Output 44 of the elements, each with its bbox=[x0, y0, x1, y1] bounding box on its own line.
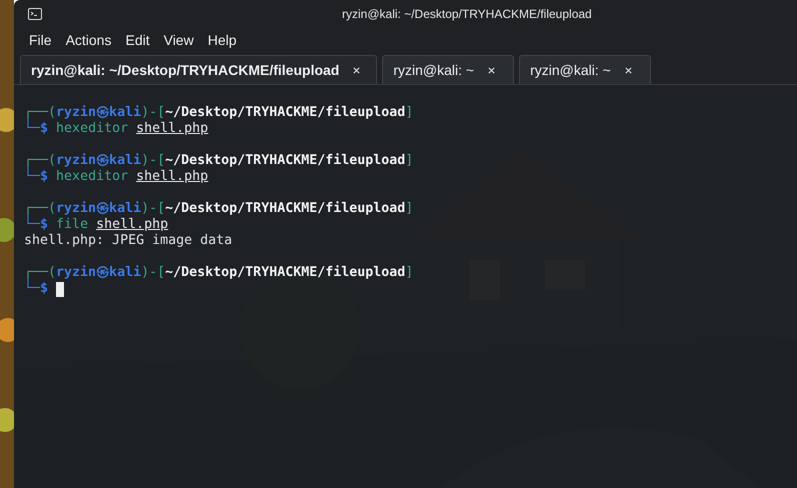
prompt-symbol: └─$ bbox=[24, 281, 48, 297]
command-text: file bbox=[56, 217, 88, 233]
tab[interactable]: ryzin@kali: ~ bbox=[519, 55, 651, 84]
command-argument: shell.php bbox=[96, 217, 168, 233]
prompt-frame: ┌──( bbox=[24, 201, 56, 217]
menu-item[interactable]: Actions bbox=[62, 32, 120, 48]
close-icon[interactable] bbox=[624, 66, 632, 74]
menu-item[interactable]: Help bbox=[204, 32, 244, 48]
terminal-icon bbox=[28, 8, 42, 20]
prompt-symbol: └─$ bbox=[24, 217, 48, 233]
close-icon[interactable] bbox=[353, 66, 360, 74]
prompt-user: ryzin㉿kali bbox=[56, 105, 142, 121]
prompt-frame: ] bbox=[405, 201, 414, 217]
prompt-frame: )-[ bbox=[141, 105, 166, 121]
output-text: shell.php: JPEG image data bbox=[24, 233, 232, 249]
prompt-path: ~/Desktop/TRYHACKME/fileupload bbox=[165, 153, 406, 169]
menu-item[interactable]: View bbox=[160, 32, 202, 48]
prompt-frame: ] bbox=[405, 105, 414, 121]
command-text: hexeditor bbox=[56, 121, 128, 137]
command-argument: shell.php bbox=[136, 121, 208, 137]
command-text: hexeditor bbox=[56, 169, 128, 185]
prompt-symbol: └─$ bbox=[24, 169, 48, 185]
tab[interactable]: ryzin@kali: ~ bbox=[382, 55, 514, 84]
prompt-frame: ┌──( bbox=[24, 153, 56, 169]
prompt-symbol: └─$ bbox=[24, 121, 48, 137]
prompt-path: ~/Desktop/TRYHACKME/fileupload bbox=[165, 201, 406, 217]
menu-item[interactable]: File bbox=[26, 32, 60, 48]
prompt-frame: )-[ bbox=[141, 153, 166, 169]
prompt-frame: ] bbox=[405, 153, 414, 169]
prompt-frame: ┌──( bbox=[24, 105, 56, 121]
menu-item[interactable]: Edit bbox=[122, 32, 158, 48]
prompt-frame: ┌──( bbox=[24, 265, 56, 281]
window-title: ryzin@kali: ~/Desktop/TRYHACKME/fileupload bbox=[342, 6, 592, 20]
prompt-path: ~/Desktop/TRYHACKME/fileupload bbox=[165, 265, 406, 281]
prompt-frame: )-[ bbox=[141, 201, 166, 217]
prompt-user: ryzin㉿kali bbox=[56, 265, 142, 281]
prompt-frame: )-[ bbox=[141, 265, 166, 281]
prompt-path: ~/Desktop/TRYHACKME/fileupload bbox=[165, 105, 406, 121]
tab[interactable]: ryzin@kali: ~/Desktop/TRYHACKME/fileupload bbox=[20, 55, 378, 84]
close-icon[interactable] bbox=[488, 66, 496, 74]
prompt-frame: ] bbox=[405, 265, 414, 281]
prompt-user: ryzin㉿kali bbox=[56, 201, 142, 217]
command-argument: shell.php bbox=[136, 169, 208, 185]
prompt-user: ryzin㉿kali bbox=[56, 153, 142, 169]
